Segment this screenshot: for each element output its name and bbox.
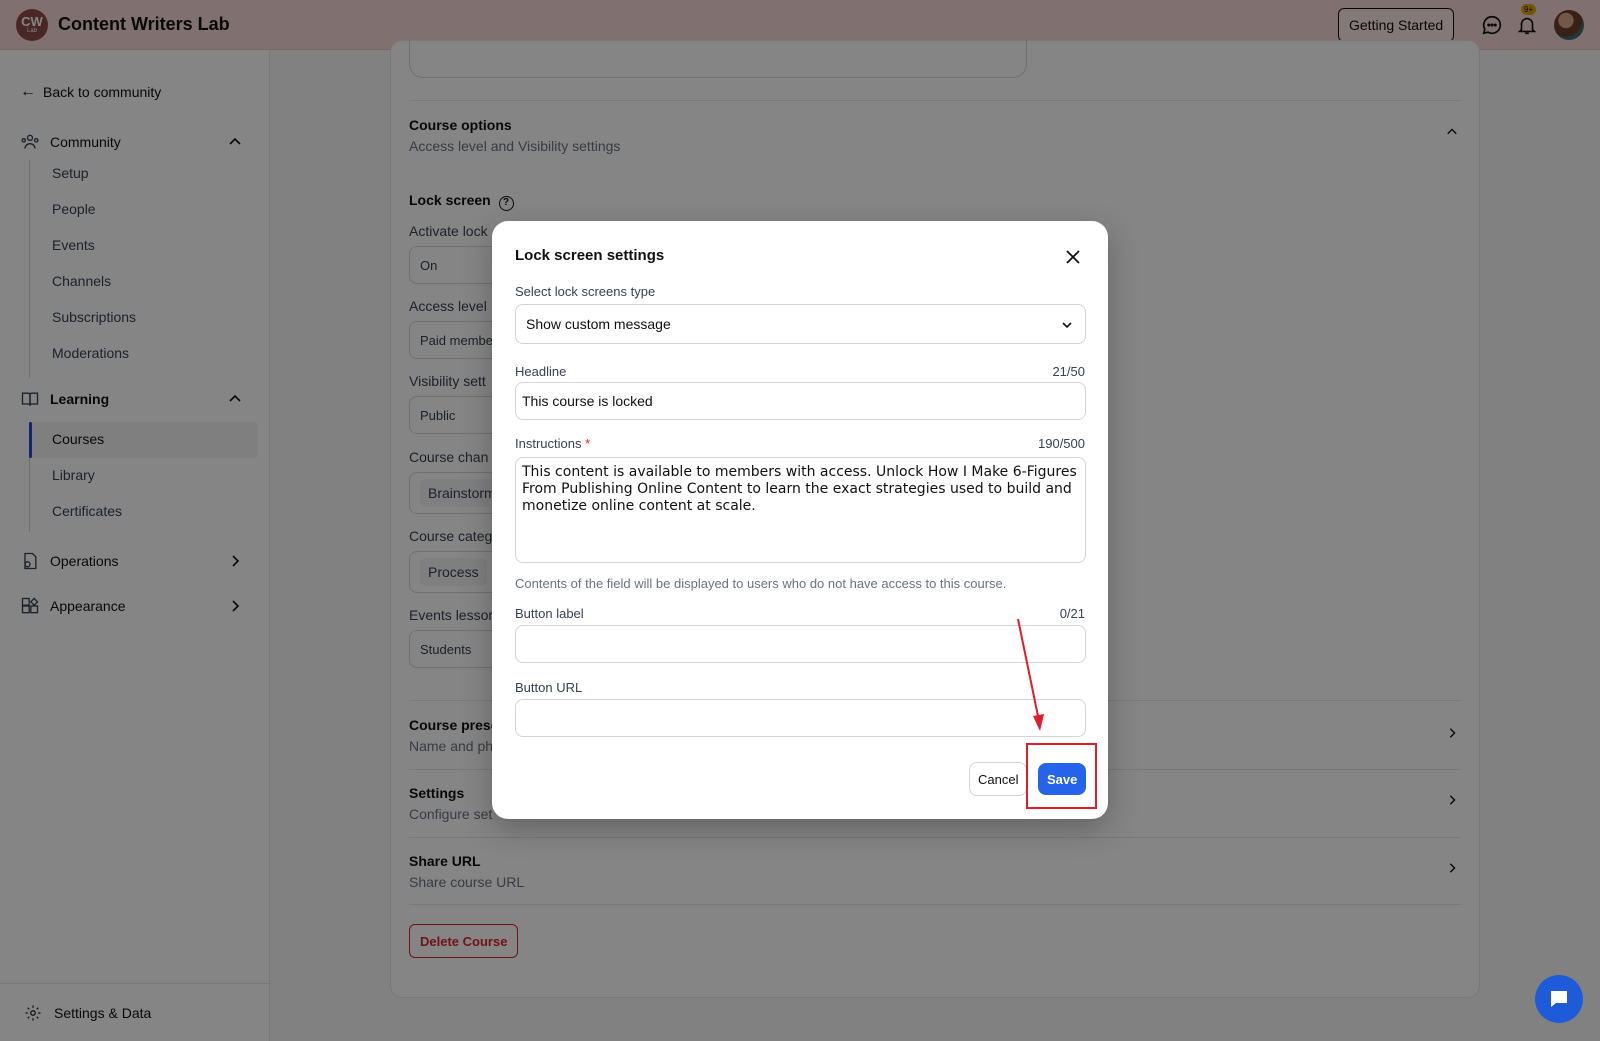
button-url-input[interactable] <box>515 699 1086 737</box>
modal-title: Lock screen settings <box>515 247 665 264</box>
instructions-label: Instructions * <box>515 436 590 451</box>
headline-label: Headline <box>515 364 567 379</box>
cancel-button[interactable]: Cancel <box>969 762 1028 796</box>
instructions-help-text: Contents of the field will be displayed … <box>515 576 1007 591</box>
lock-type-value: Show custom message <box>526 316 671 332</box>
close-icon[interactable] <box>1064 248 1082 266</box>
button-label-count: 0/21 <box>1059 606 1085 621</box>
instructions-textarea[interactable]: This content is available to members wit… <box>515 457 1086 563</box>
button-label-input[interactable] <box>515 625 1086 663</box>
annotation-highlight-box <box>1026 743 1097 809</box>
headline-input[interactable] <box>515 382 1086 420</box>
lock-type-label: Select lock screens type <box>515 284 656 299</box>
support-chat-button[interactable] <box>1535 975 1583 1023</box>
button-label-label: Button label <box>515 606 584 621</box>
lock-type-select[interactable]: Show custom message <box>515 304 1086 344</box>
button-url-label: Button URL <box>515 680 583 695</box>
lock-screen-settings-modal: Lock screen settings Select lock screens… <box>492 221 1108 819</box>
chevron-down-icon <box>1062 322 1072 329</box>
instructions-count: 190/500 <box>1038 436 1085 451</box>
headline-count: 21/50 <box>1052 364 1085 379</box>
required-marker: * <box>585 436 591 451</box>
instructions-label-text: Instructions <box>515 436 582 451</box>
chat-bubble-icon <box>1551 991 1567 1007</box>
